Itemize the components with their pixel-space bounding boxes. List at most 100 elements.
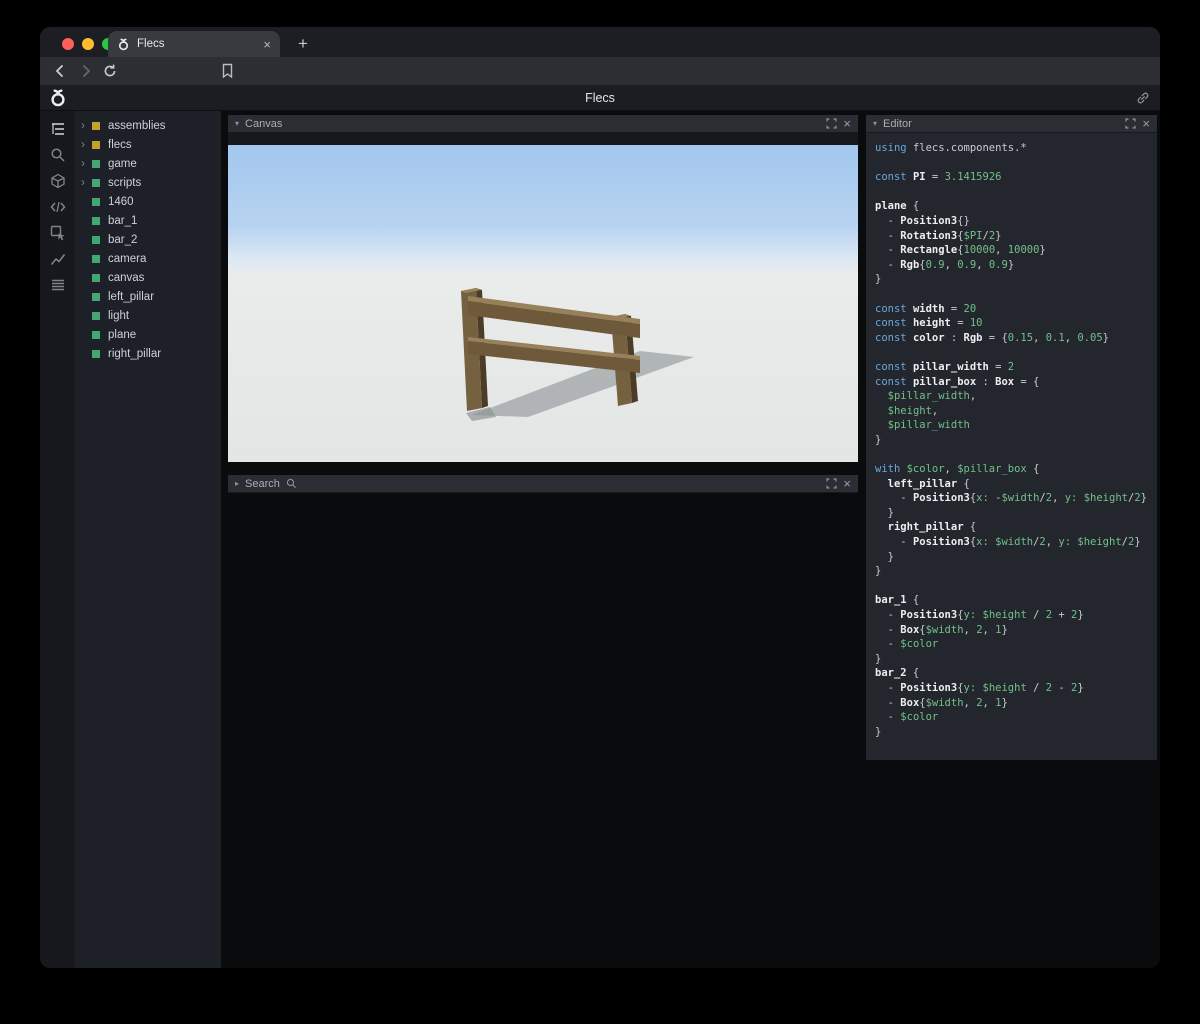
- left-icon-strip: [40, 111, 75, 968]
- code-line: - $color: [875, 711, 939, 724]
- close-panel-icon[interactable]: ×: [843, 477, 851, 490]
- code-line: - Position3{x: -$width/2, y: $height/2}: [875, 492, 1147, 505]
- code-line: - Position3{y: $height / 2 - 2}: [875, 681, 1084, 694]
- tree-item-bar_1[interactable]: bar_1: [75, 211, 221, 230]
- tree-item-label: bar_1: [108, 214, 138, 227]
- search-icon[interactable]: [50, 147, 66, 163]
- code-line: left_pillar {: [887, 477, 970, 490]
- tree-expand-chevron-icon[interactable]: ›: [81, 173, 92, 192]
- stats-icon[interactable]: [50, 251, 66, 267]
- canvas-panel-title: Canvas: [245, 117, 283, 130]
- code-line: }: [875, 506, 894, 519]
- new-tab-button[interactable]: +: [290, 31, 316, 57]
- reload-button[interactable]: [102, 63, 120, 79]
- entity-tree: › assemblies › flecs › game › scripts 1460 bar_1 b…: [75, 111, 221, 968]
- close-panel-icon[interactable]: ×: [1142, 117, 1150, 130]
- tree-item-right_pillar[interactable]: right_pillar: [75, 344, 221, 363]
- tree-item-label: light: [108, 309, 130, 322]
- entities-icon[interactable]: [50, 121, 66, 137]
- green-entity-dot: [92, 159, 100, 168]
- tab-title: Flecs: [137, 38, 165, 50]
- sky-and-ground: [228, 145, 858, 462]
- code-line: - Rgb{0.9, 0.9, 0.9}: [875, 258, 1015, 271]
- tree-item-label: game: [108, 157, 137, 170]
- editor-code[interactable]: using flecs.components.* const PI = 3.14…: [866, 133, 1157, 760]
- code-line: }: [875, 565, 882, 578]
- code-line: const color : Rgb = {0.15, 0.1, 0.05}: [875, 331, 1109, 344]
- canvas-letterbox: [228, 133, 858, 145]
- tree-item-left_pillar[interactable]: left_pillar: [75, 287, 221, 306]
- tree-item-bar_2[interactable]: bar_2: [75, 230, 221, 249]
- green-entity-dot: [92, 216, 100, 225]
- tree-item-scripts[interactable]: › scripts: [75, 173, 221, 192]
- rows-icon[interactable]: [50, 277, 66, 293]
- tree-item-light[interactable]: light: [75, 306, 221, 325]
- browser-toolbar: flecs.dev/explorer/?wasm=https://www.fle…: [40, 57, 1160, 111]
- chevron-right-icon[interactable]: ▸: [235, 475, 239, 493]
- green-entity-dot: [92, 254, 100, 263]
- tree-item-label: canvas: [108, 271, 145, 284]
- tree-item-assemblies[interactable]: › assemblies: [75, 116, 221, 135]
- green-entity-dot: [92, 273, 100, 282]
- tree-item-flecs[interactable]: › flecs: [75, 135, 221, 154]
- yellow-entity-dot: [92, 140, 100, 149]
- app-header: Flecs: [40, 85, 1160, 111]
- code-line: - Rectangle{10000, 10000}: [875, 244, 1046, 257]
- search-panel-header[interactable]: ▸ Search ×: [228, 475, 858, 493]
- code-line: - Position3{y: $height / 2 + 2}: [875, 609, 1084, 621]
- flecs-favicon: [117, 38, 130, 51]
- editor-panel-header[interactable]: ▾ Editor ×: [866, 115, 1157, 133]
- tree-item-game[interactable]: › game: [75, 154, 221, 173]
- bookmark-icon[interactable]: [220, 63, 238, 79]
- forward-button[interactable]: [78, 63, 96, 79]
- code-line: - Box{$width, 2, 1}: [875, 696, 1008, 709]
- back-button[interactable]: [52, 63, 70, 79]
- close-window-button[interactable]: [62, 38, 74, 50]
- 3d-scene-canvas[interactable]: [228, 145, 858, 462]
- canvas-panel-header[interactable]: ▾ Canvas ×: [228, 115, 858, 133]
- expand-panel-icon[interactable]: [826, 478, 837, 489]
- browser-tab[interactable]: Flecs ×: [108, 31, 280, 57]
- chevron-down-icon[interactable]: ▾: [235, 115, 239, 133]
- code-icon[interactable]: [50, 199, 66, 215]
- code-line: }: [875, 550, 894, 563]
- code-line: $pillar_width: [887, 419, 970, 432]
- tree-item-label: assemblies: [108, 119, 166, 132]
- minimize-window-button[interactable]: [82, 38, 94, 50]
- tree-expand-chevron-icon[interactable]: ›: [81, 135, 92, 154]
- tree-item-label: right_pillar: [108, 347, 162, 360]
- tree-item-label: 1460: [108, 195, 134, 208]
- green-entity-dot: [92, 330, 100, 339]
- tree-item-1460[interactable]: 1460: [75, 192, 221, 211]
- code-line: const pillar_width = 2: [875, 360, 1015, 373]
- code-line: const pillar_box : Box = {: [875, 375, 1040, 388]
- tree-item-canvas[interactable]: canvas: [75, 268, 221, 287]
- code-line: bar_1 {: [875, 594, 920, 607]
- tab-close-icon[interactable]: ×: [263, 38, 271, 51]
- tree-item-label: plane: [108, 328, 137, 341]
- share-link-icon[interactable]: [1136, 91, 1150, 105]
- tree-expand-chevron-icon[interactable]: ›: [81, 116, 92, 135]
- expand-panel-icon[interactable]: [826, 118, 837, 129]
- browser-window: Flecs × + flecs.dev/explorer/?wasm=https…: [40, 27, 1160, 968]
- close-panel-icon[interactable]: ×: [843, 117, 851, 130]
- search-panel-title: Search: [245, 477, 280, 490]
- code-line: }: [875, 433, 882, 446]
- tree-expand-chevron-icon[interactable]: ›: [81, 154, 92, 173]
- code-line: with $color, $pillar_box {: [875, 463, 1040, 476]
- green-entity-dot: [92, 197, 100, 206]
- code-line: bar_2 {: [875, 667, 920, 680]
- code-line: $pillar_width,: [887, 390, 977, 403]
- assets-icon[interactable]: [50, 173, 66, 189]
- chevron-down-icon[interactable]: ▾: [873, 115, 877, 133]
- tree-item-camera[interactable]: camera: [75, 249, 221, 268]
- code-line: - Position3{}: [875, 214, 970, 227]
- tree-item-plane[interactable]: plane: [75, 325, 221, 344]
- inspect-icon[interactable]: [50, 225, 66, 241]
- code-line: - Box{$width, 2, 1}: [875, 623, 1008, 636]
- expand-panel-icon[interactable]: [1125, 118, 1136, 129]
